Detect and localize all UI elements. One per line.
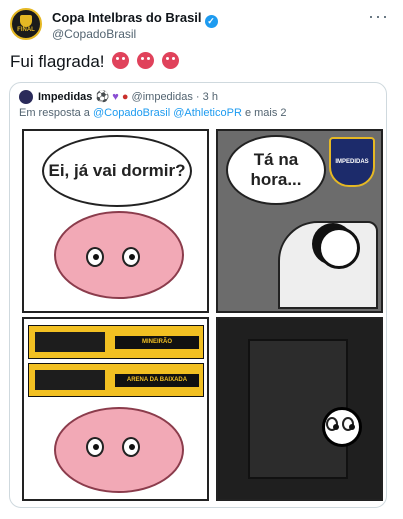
author-name[interactable]: Copa Intelbras do Brasil ✓: [52, 10, 218, 28]
match-banner-1-venue: MINEIRÃO: [115, 336, 199, 349]
author-avatar[interactable]: FINAL: [10, 8, 42, 40]
author-handle[interactable]: @CopadoBrasil: [52, 27, 136, 41]
impedidas-logo: IMPEDIDAS: [329, 137, 375, 187]
brain-drawing: [54, 211, 184, 299]
reply-prefix: Em resposta a: [19, 107, 90, 119]
meme-panel-brain-scared: MINEIRÃO ARENA DA BAIXADA: [22, 317, 209, 501]
reply-suffix: e mais 2: [244, 107, 287, 119]
quoted-author-handle: @impedidas: [131, 91, 193, 103]
quoted-tweet[interactable]: Impedidas ⚽ ♥ ● @impedidas · 3 h Em resp…: [9, 82, 387, 508]
speech-bubble-2: Tá na hora...: [226, 135, 326, 205]
brain-eye-right: [122, 437, 140, 457]
reply-context: Em resposta a @CopadoBrasil @AthleticoPR…: [19, 107, 287, 119]
speech-bubble-1: Ei, já vai dormir?: [42, 135, 192, 207]
more-options-icon[interactable]: ···: [368, 6, 389, 27]
author-name-text: Copa Intelbras do Brasil: [52, 10, 202, 25]
quoted-time: · 3 h: [195, 91, 218, 103]
match-banner-2-venue: ARENA DA BAIXADA: [115, 374, 199, 387]
angry-face-emoji-icon: [136, 52, 154, 69]
girl-eye-left: [326, 417, 339, 431]
verified-badge-icon: ✓: [204, 15, 218, 28]
brain-eye-left: [86, 437, 104, 457]
tweet-text: Fui flagrada!: [10, 52, 105, 71]
santa-emoji-icon: ●: [121, 91, 129, 103]
brain-eye-right: [122, 247, 140, 267]
meme-panel-sleeping-girl: Tá na hora... IMPEDIDAS: [216, 129, 383, 313]
team-crests-icon: [35, 370, 105, 390]
reply-mentions[interactable]: @CopadoBrasil @AthleticoPR: [93, 107, 242, 119]
angry-face-emoji-icon: [112, 52, 130, 69]
tweet-body: Fui flagrada!: [10, 52, 179, 72]
trophy-icon: [20, 14, 32, 27]
speech-bubble-2-text: Tá na hora...: [250, 150, 302, 189]
angry-face-emoji-icon: [161, 52, 179, 69]
team-crests-icon: [35, 332, 105, 352]
speech-bubble-1-text: Ei, já vai dormir?: [48, 161, 186, 180]
purple-heart-emoji-icon: ♥: [112, 91, 119, 103]
meme-panel-girl-awake: [216, 317, 383, 501]
brain-drawing-scared: [54, 407, 184, 493]
match-banner-1: MINEIRÃO: [28, 325, 204, 359]
impedidas-logo-text: IMPEDIDAS: [335, 159, 369, 165]
brain-eye-left: [86, 247, 104, 267]
tweet-card: FINAL Copa Intelbras do Brasil ✓ @CopadoB…: [0, 0, 403, 519]
quoted-author-name: Impedidas: [38, 91, 93, 103]
girl-face: [318, 227, 360, 269]
match-banner-2: ARENA DA BAIXADA: [28, 363, 204, 397]
soccer-ball-emoji-icon: ⚽: [95, 91, 110, 103]
quoted-author-avatar: [19, 90, 33, 104]
meme-panel-brain-awake: Ei, já vai dormir?: [22, 129, 209, 313]
meme-image[interactable]: Ei, já vai dormir? Tá na hora... IMPEDID…: [14, 125, 383, 503]
avatar-text: FINAL: [17, 26, 35, 33]
quoted-author: Impedidas ⚽ ♥ ● @impedidas · 3 h: [38, 90, 218, 103]
girl-eye-right: [342, 417, 355, 431]
